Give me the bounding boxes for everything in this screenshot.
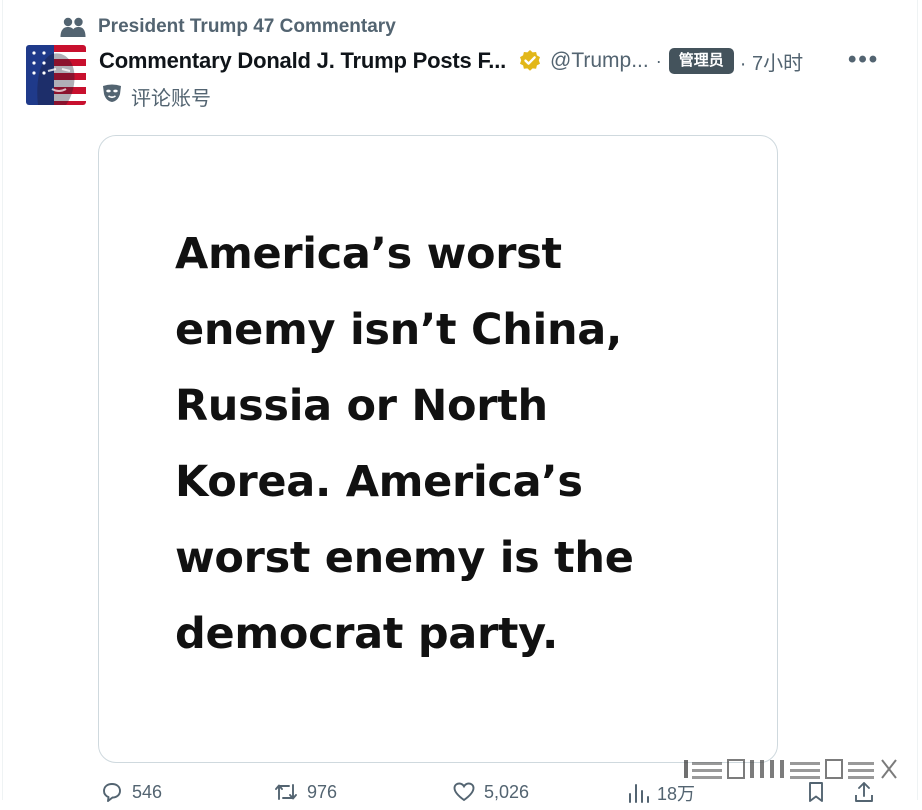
avatar[interactable]: [26, 45, 86, 105]
community-name[interactable]: President Trump 47 Commentary: [98, 16, 396, 38]
post-time[interactable]: · 7小时: [740, 47, 803, 76]
like-count: 5,026: [484, 781, 530, 802]
reply-button[interactable]: 546: [100, 780, 162, 804]
repost-button[interactable]: 976: [273, 780, 337, 804]
quote-line: worst enemy is the: [175, 533, 634, 583]
community-header[interactable]: President Trump 47 Commentary: [60, 14, 396, 40]
watermark-logo: [684, 759, 897, 779]
watermark: [684, 754, 904, 784]
people-icon: [60, 16, 86, 38]
quote-line: America’s worst: [175, 229, 562, 279]
more-icon[interactable]: •••: [848, 46, 879, 74]
post-media[interactable]: America’s worst enemy isn’t China, Russi…: [98, 135, 778, 763]
right-divider: [917, 0, 918, 800]
like-button[interactable]: 5,026: [452, 780, 529, 804]
left-divider: [2, 0, 3, 800]
mask-icon: [101, 82, 123, 110]
reply-icon: [100, 780, 124, 804]
repost-icon: [273, 780, 299, 804]
separator-dot: ·: [655, 50, 662, 71]
verified-badge-icon[interactable]: [518, 49, 542, 73]
author-handle[interactable]: @Trump...: [550, 49, 649, 73]
author-name[interactable]: Commentary Donald J. Trump Posts F...: [99, 48, 506, 74]
repost-count: 976: [307, 781, 338, 802]
author-row: Commentary Donald J. Trump Posts F... @T…: [99, 44, 882, 78]
reply-count: 546: [132, 781, 163, 802]
quote-line: Russia or North: [175, 381, 548, 431]
quote-line: enemy isn’t China,: [175, 305, 623, 355]
quote-line: democrat party.: [175, 609, 559, 659]
flag-face-avatar: [26, 45, 86, 105]
quote-text: America’s worst enemy isn’t China, Russi…: [175, 216, 675, 672]
quote-line: Korea. America’s: [175, 457, 583, 507]
heart-icon: [452, 780, 476, 804]
role-badge: 管理员: [668, 48, 734, 74]
account-label: 评论账号: [101, 82, 211, 110]
views-icon: [627, 781, 649, 805]
account-label-text: 评论账号: [131, 87, 211, 110]
action-bar: 546 976 5,026 18万: [97, 780, 897, 810]
